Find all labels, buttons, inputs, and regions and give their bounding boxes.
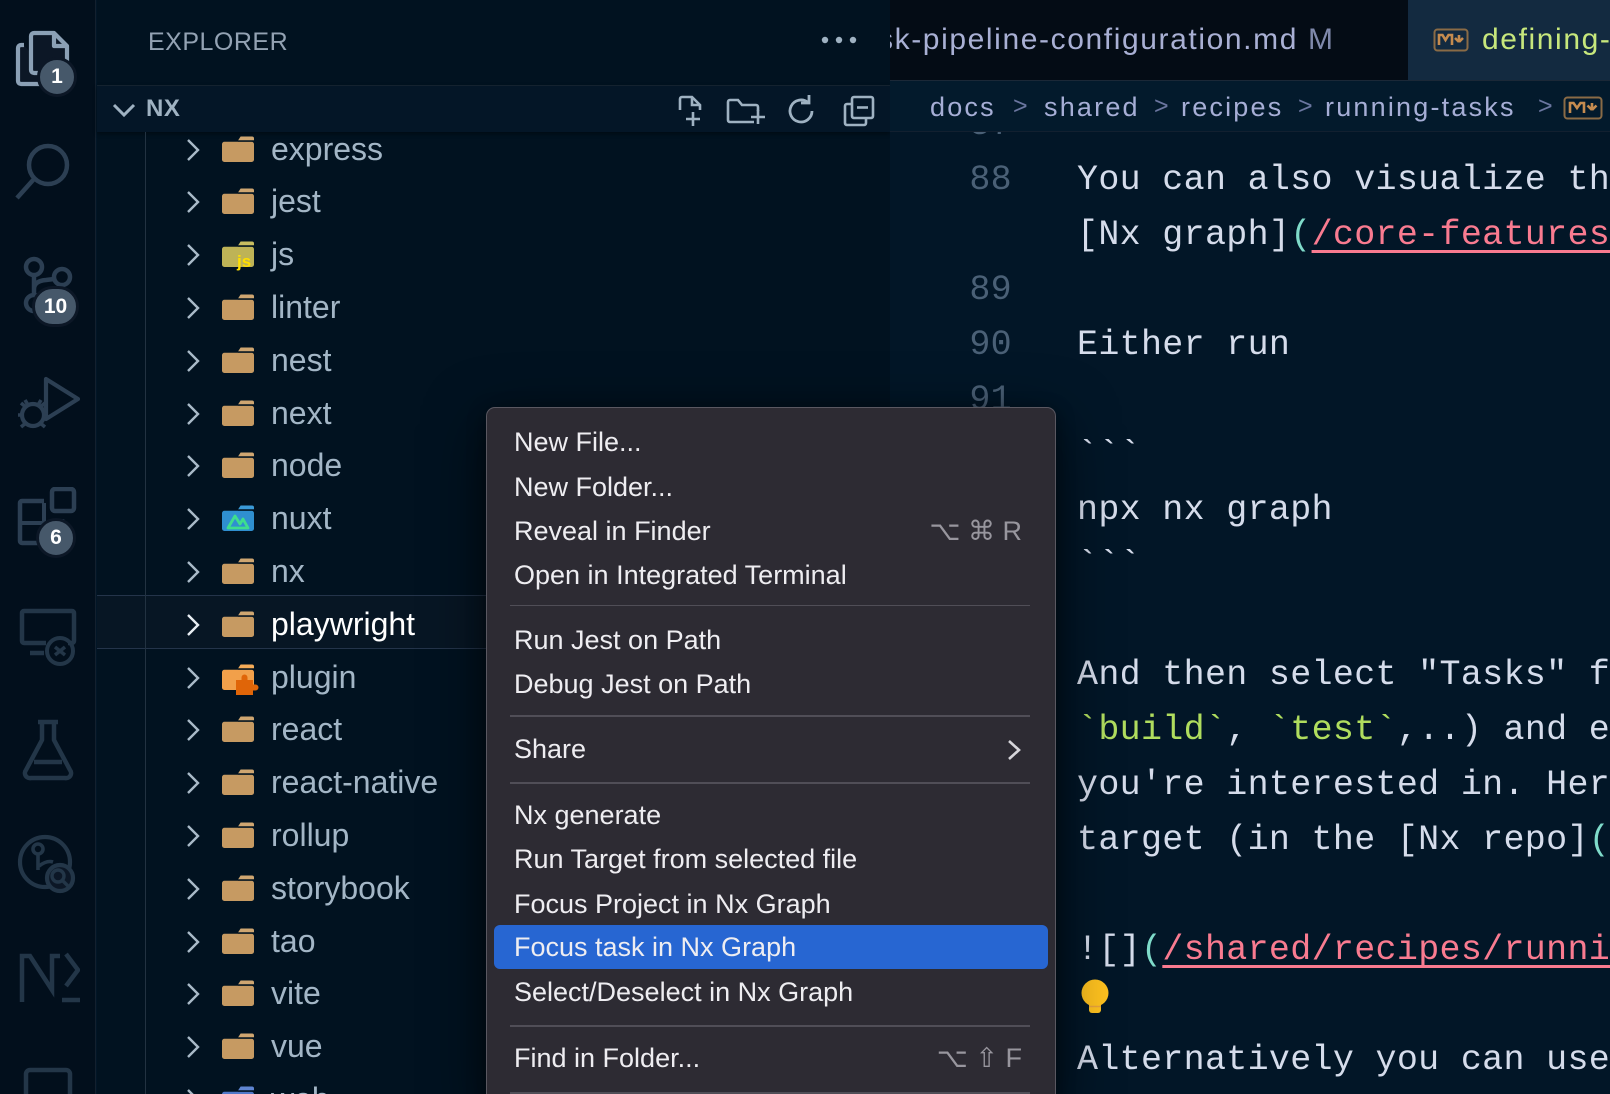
svg-text:js: js [236,252,251,271]
